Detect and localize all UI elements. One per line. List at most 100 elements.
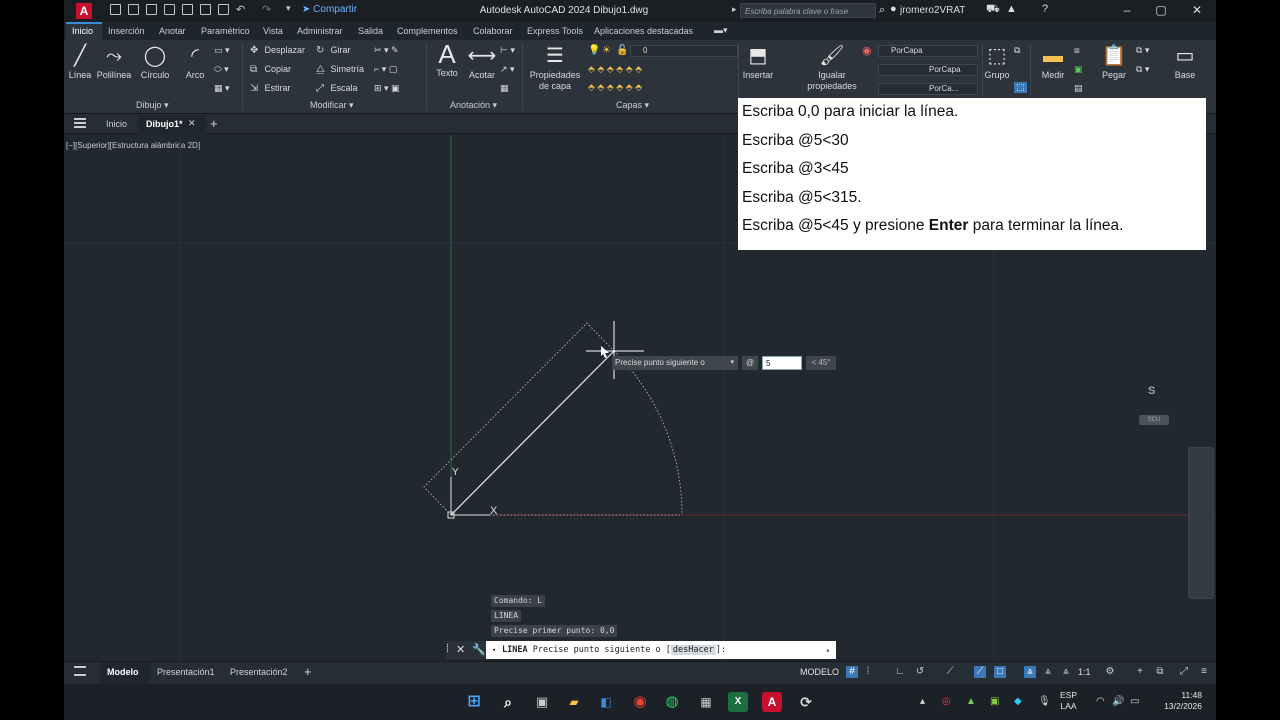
layout-tab-presentacion1[interactable]: Presentación1 — [157, 667, 215, 677]
grid-toggle-icon[interactable]: # — [846, 666, 858, 678]
help-icon[interactable]: ? — [1042, 3, 1048, 15]
annotation-extra-icon[interactable]: ⊢ ▾ — [500, 45, 515, 56]
recent-commands-icon[interactable]: ▾ — [492, 641, 496, 659]
rotate-button[interactable]: ↻ Girar — [316, 45, 351, 56]
navigation-bar[interactable] — [1188, 447, 1214, 599]
scale-button[interactable]: ⤢ Escala — [316, 83, 358, 94]
file-tab-start[interactable]: Inicio — [106, 119, 127, 129]
measure-button[interactable]: ▬ Medir — [1036, 44, 1070, 80]
dynamic-options-icon[interactable]: ▾ — [730, 356, 734, 370]
layer-tools-row1-icon[interactable]: ⬘ ⬘ ⬘ ⬘ ⬘ ⬘ — [588, 64, 642, 75]
model-space-toggle[interactable]: MODELO — [800, 667, 839, 677]
tab-express-tools[interactable]: Express Tools — [527, 26, 583, 36]
annotation-visibility-icon[interactable]: ⩓ — [1024, 666, 1036, 678]
paste-button[interactable]: 📋 Pegar — [1096, 44, 1132, 80]
base-view-button[interactable]: ▭ Base — [1170, 44, 1200, 80]
copy-clip-icon[interactable]: ⧉ ▾ — [1136, 64, 1149, 75]
text-tool-button[interactable]: A Texto — [432, 41, 462, 78]
tray-app1-icon[interactable]: ◎ — [942, 696, 951, 707]
match-properties-button[interactable]: 🖌 Igualar propiedades — [804, 44, 860, 92]
close-button[interactable]: ✕ — [1188, 3, 1206, 17]
object-snap-tracking-icon[interactable]: ⟋ — [974, 666, 986, 678]
cut-icon[interactable]: ⧉ ▾ — [1136, 45, 1149, 56]
annotation-scale-icon[interactable]: ⩓ — [1042, 666, 1054, 678]
command-line-text[interactable]: ▾ LINEA Precise punto siguiente o [desHa… — [488, 641, 834, 659]
command-option-undo[interactable]: desHacer — [670, 645, 716, 655]
tray-app2-icon[interactable]: ▲ — [966, 696, 976, 707]
new-tab-icon[interactable]: + — [210, 116, 218, 131]
tab-administrar[interactable]: Administrar — [297, 26, 343, 36]
tab-aplicaciones-destacadas[interactable]: Aplicaciones destacadas — [594, 26, 693, 36]
redo-icon[interactable]: ↷ — [262, 3, 271, 16]
tab-salida[interactable]: Salida — [358, 26, 383, 36]
maximize-button[interactable]: ▢ — [1152, 3, 1170, 17]
layer-dropdown[interactable]: 0 — [630, 45, 738, 57]
tray-app3-icon[interactable]: ▣ — [990, 696, 999, 707]
ribbon-options-icon[interactable]: ▬▾ — [714, 25, 728, 36]
table-icon[interactable]: ▦ — [500, 83, 509, 94]
annotation-monitor-icon[interactable]: + — [1134, 666, 1146, 678]
save-icon[interactable] — [146, 4, 157, 15]
new-file-icon[interactable] — [110, 4, 121, 15]
close-command-line-icon[interactable]: ✕ — [456, 643, 465, 656]
lineweight-dropdown[interactable]: PorCa... — [878, 83, 978, 95]
stretch-button[interactable]: ⇲ Estirar — [250, 83, 291, 94]
layer-freeze-icon[interactable]: ☀ — [602, 46, 613, 56]
calculator-taskbar-icon[interactable]: ▦ — [696, 692, 716, 712]
microphone-icon[interactable]: 🎙 — [1038, 696, 1051, 707]
autocad-taskbar-icon[interactable]: A — [762, 692, 782, 712]
open-web-icon[interactable] — [182, 4, 193, 15]
language-indicator[interactable]: ESP LAA — [1060, 690, 1077, 712]
search-taskbar-icon[interactable]: ⌕ — [498, 692, 518, 712]
tab-vista[interactable]: Vista — [263, 26, 283, 36]
calculator-icon[interactable]: ▤ — [1074, 83, 1083, 94]
ortho-icon[interactable]: ∟ — [894, 666, 906, 678]
utility2-icon[interactable]: ▣ — [1074, 64, 1083, 75]
autocad-logo-icon[interactable]: A — [76, 3, 92, 19]
tab-complementos[interactable]: Complementos — [397, 26, 458, 36]
customize-qat-icon[interactable]: ▾ — [286, 3, 291, 14]
copy-button[interactable]: ⧉ Copiar — [250, 64, 291, 75]
trim-icon[interactable]: ✂ ▾ ✎ — [374, 45, 399, 56]
tab-anotar[interactable]: Anotar — [159, 26, 186, 36]
color-dropdown[interactable]: PorCapa — [878, 45, 978, 57]
annotation-panel-label[interactable]: Anotación ▾ — [450, 100, 497, 111]
windows-start-icon[interactable]: ⊞ — [464, 692, 484, 712]
mirror-button[interactable]: ⧋ Simetría — [316, 64, 364, 75]
share-button[interactable]: ➤ Compartir — [302, 4, 357, 15]
isodraft-icon[interactable]: ⟋ — [944, 666, 956, 678]
file-explorer-icon[interactable]: ▰ — [564, 692, 584, 712]
save-as-icon[interactable] — [164, 4, 175, 15]
color-wheel-icon[interactable]: ◉ — [862, 44, 872, 57]
layouts-menu-icon[interactable] — [74, 666, 86, 676]
customize-status-icon[interactable]: ≡ — [1198, 666, 1210, 678]
linetype-dropdown[interactable]: PorCapa — [878, 64, 978, 76]
polar-icon[interactable]: ↺ — [914, 666, 926, 678]
dynamic-distance-input[interactable]: 5 — [762, 356, 802, 370]
polyline-tool-button[interactable]: ⤳ Polilínea — [96, 44, 132, 80]
fullscreen-icon[interactable]: ⤢ — [1178, 666, 1190, 678]
tab-inicio[interactable]: Inicio — [72, 26, 93, 36]
undo-icon[interactable]: ↶ — [236, 3, 245, 16]
layout-tab-model[interactable]: Modelo — [107, 667, 139, 677]
leader-icon[interactable]: ↗ ▾ — [500, 64, 515, 75]
fillet-icon[interactable]: ⌐ ▾ ▢ — [374, 64, 397, 75]
dimension-tool-button[interactable]: ⟷ Acotar — [466, 44, 498, 80]
insert-block-button[interactable]: ⬒ Insertar — [740, 44, 776, 80]
layer-lock-icon[interactable]: 🔓 — [616, 46, 628, 56]
annotation-scale-value[interactable]: 1:1 — [1078, 667, 1091, 677]
line-tool-button[interactable]: ╱ Línea — [68, 44, 92, 80]
arc-tool-button[interactable]: ◜ Arco — [182, 44, 208, 80]
battery-icon[interactable]: ▭ — [1130, 696, 1139, 707]
save-web-icon[interactable] — [200, 4, 211, 15]
tray-app4-icon[interactable]: ◆ — [1014, 696, 1022, 707]
layer-on-icon[interactable]: 💡 — [588, 46, 600, 56]
minimize-button[interactable]: – — [1118, 3, 1136, 17]
cart-icon[interactable]: ⛟ — [986, 3, 1000, 17]
tab-insercion[interactable]: Inserción — [108, 26, 145, 36]
utility1-icon[interactable]: ⧈ — [1074, 45, 1080, 56]
draw-panel-label[interactable]: Dibujo ▾ — [136, 100, 169, 111]
whatsapp-icon[interactable]: ◍ — [662, 692, 682, 712]
modify-panel-label[interactable]: Modificar ▾ — [310, 100, 354, 111]
selection-filter-icon[interactable]: ⬚ — [1014, 82, 1027, 93]
